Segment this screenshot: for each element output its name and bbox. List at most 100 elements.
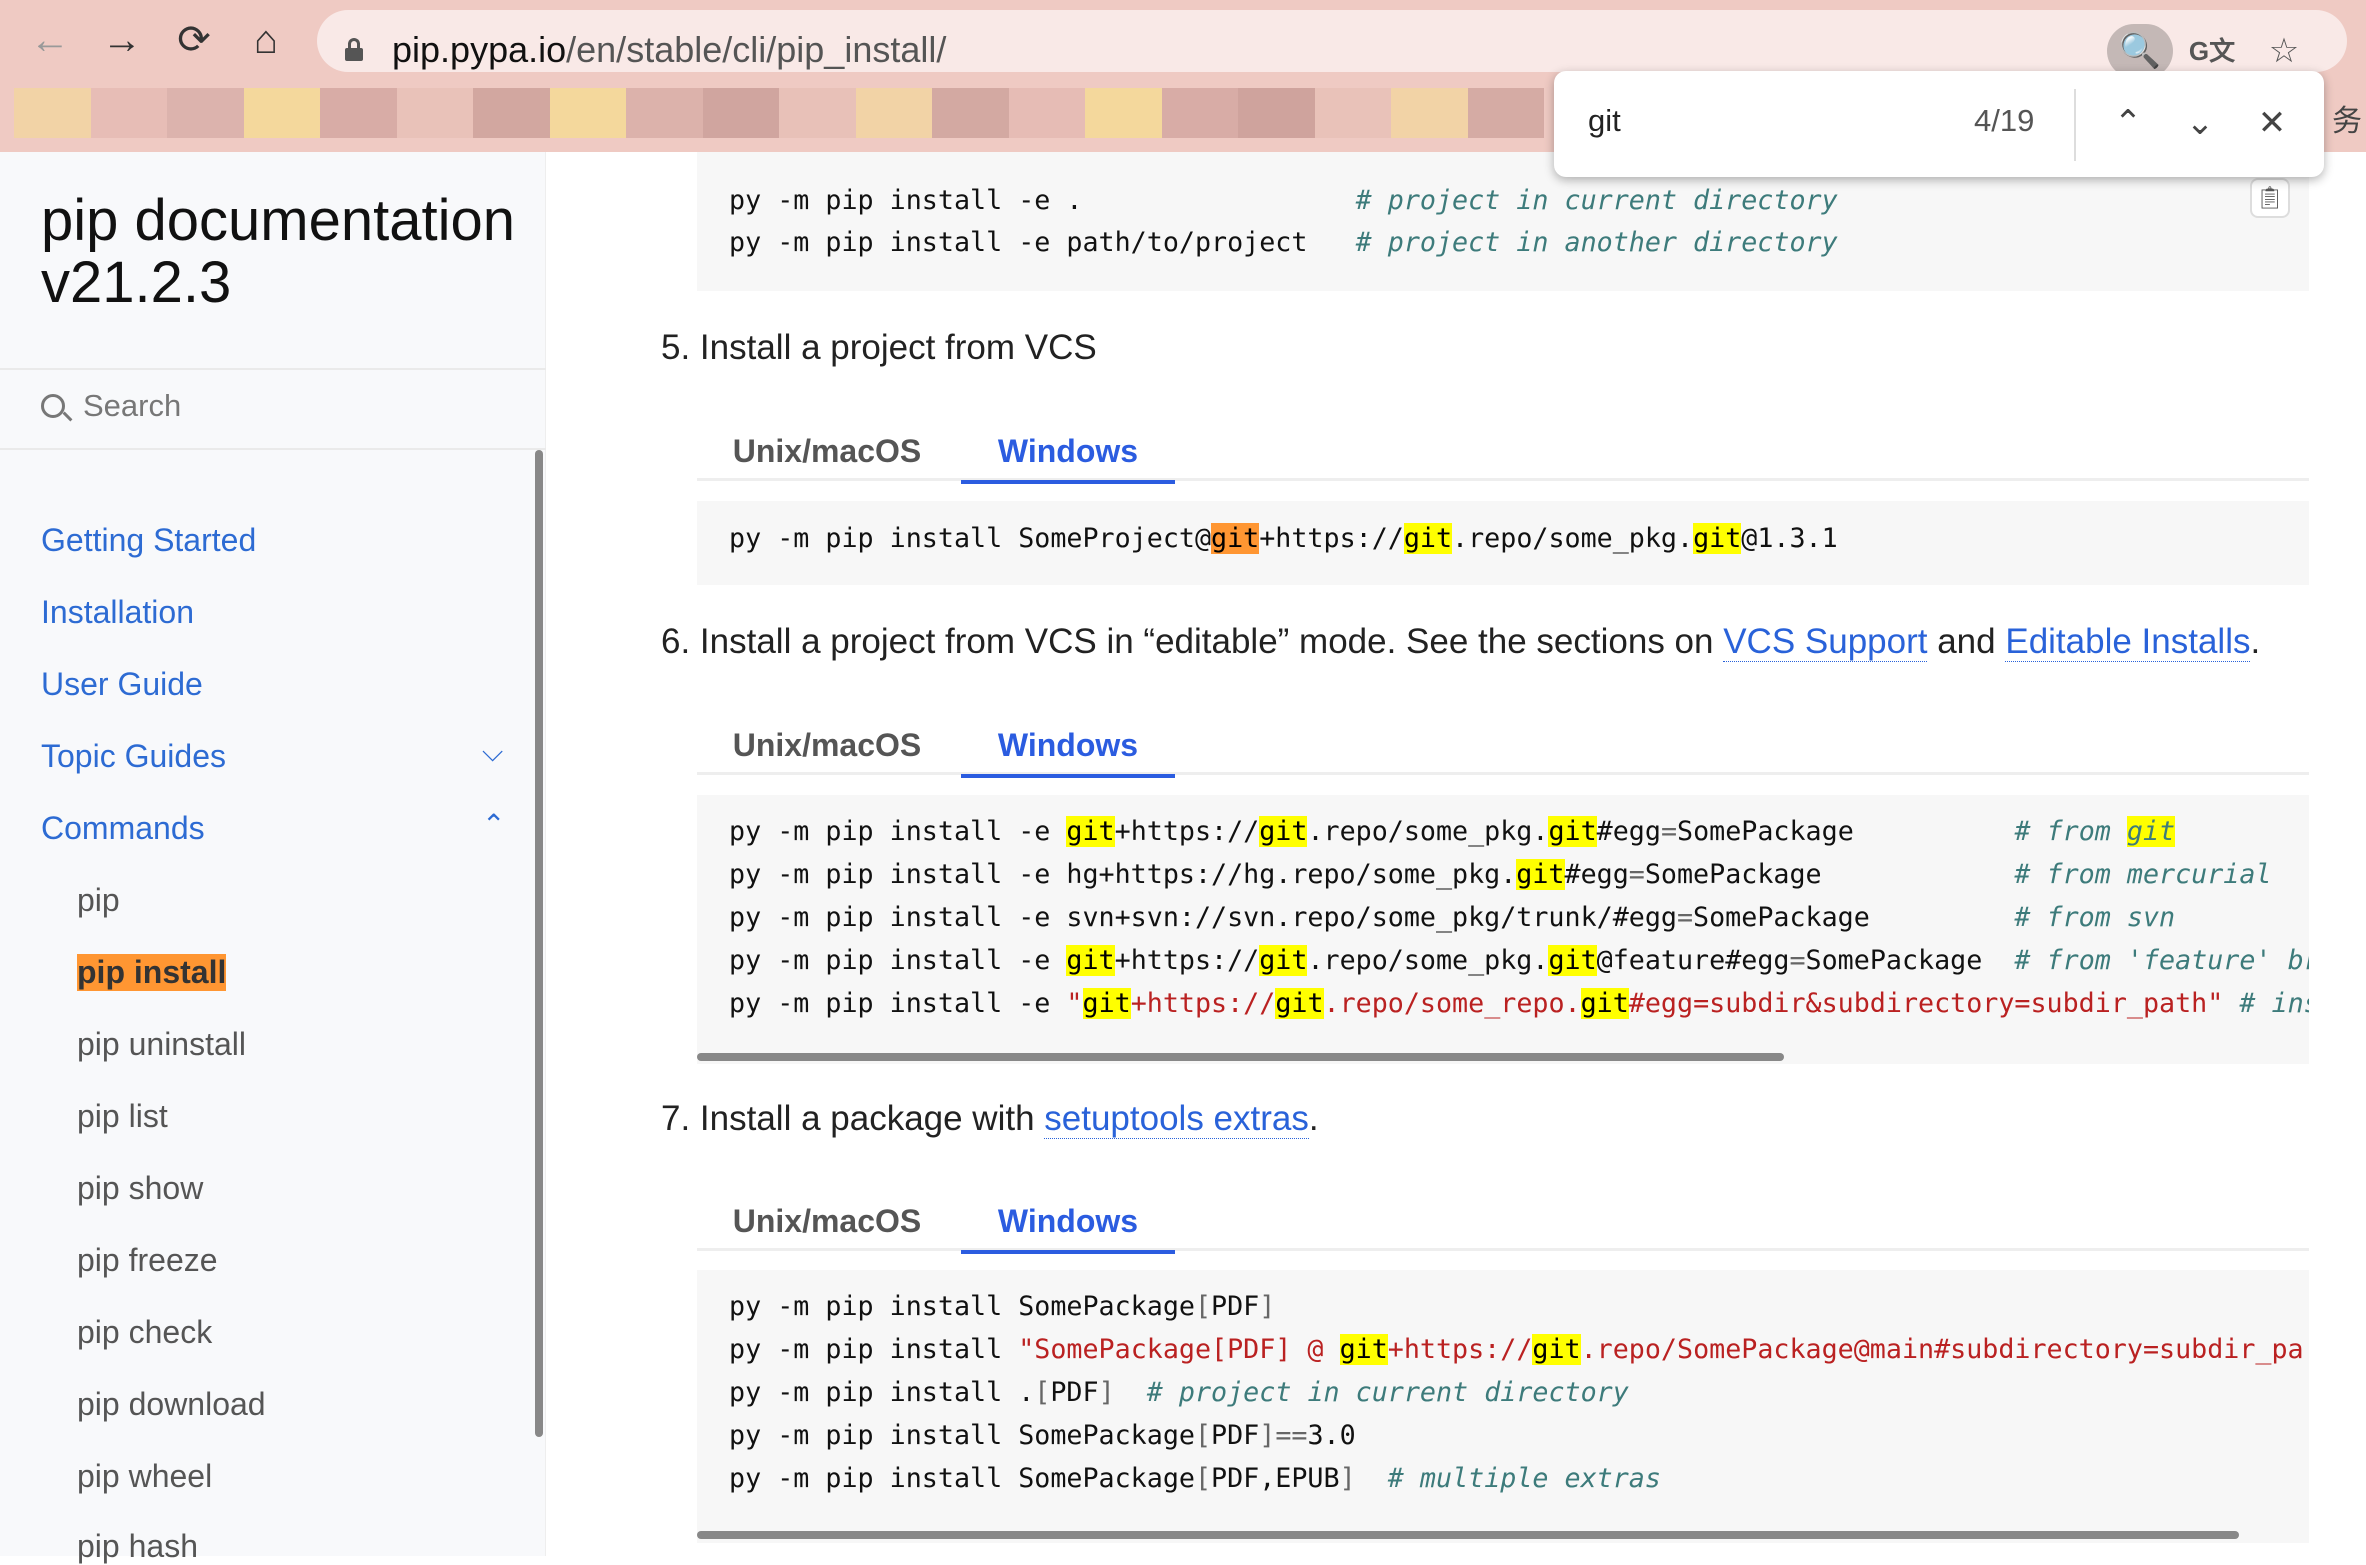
code-token: SomePackage [1677, 816, 2014, 847]
code-token: ] [1340, 1463, 1356, 1494]
translate-icon[interactable]: G文 [2179, 24, 2245, 78]
code-token [2223, 988, 2239, 1019]
tab-bar: Unix/macOS Windows [697, 727, 2309, 775]
find-next-button[interactable]: ⌄ [2172, 95, 2228, 151]
url-text[interactable]: pip.pypa.io/en/stable/cli/pip_install/ [392, 22, 946, 78]
horizontal-scrollbar[interactable] [697, 1531, 2239, 1539]
code-token: #egg=subdir&subdirectory=subdir_path" [1629, 988, 2224, 1019]
horizontal-scrollbar[interactable] [697, 1053, 1784, 1061]
find-previous-button[interactable]: ⌃ [2100, 95, 2156, 151]
code-token: py -m pip install SomePackage [729, 1420, 1195, 1451]
back-button[interactable]: ← [18, 18, 82, 62]
search-match-highlight: git [1516, 859, 1564, 890]
code-token: SomePackage [1645, 859, 2015, 890]
find-input[interactable]: git [1588, 103, 1621, 139]
code-token: [ [1195, 1291, 1211, 1322]
code-line: py -m pip install SomeProject@git+https:… [729, 523, 1838, 554]
nav-pip-show[interactable]: pip show [77, 1170, 203, 1207]
code-token: py -m pip install SomePackage [729, 1291, 1195, 1322]
nav-pip-list[interactable]: pip list [77, 1098, 168, 1135]
search-match-highlight: git [1340, 1334, 1388, 1365]
nav-pip-uninstall[interactable]: pip uninstall [77, 1026, 246, 1063]
chevron-down-icon[interactable]: ⌵ [482, 736, 503, 769]
code-line: py -m pip install -e git+https://git.rep… [729, 816, 2175, 847]
nav-installation[interactable]: Installation [41, 594, 194, 631]
code-token: PDF [1211, 1291, 1259, 1322]
setuptools-extras-link[interactable]: setuptools extras [1044, 1099, 1309, 1139]
code-token: # project in current directory [1356, 185, 1838, 216]
search-match-highlight: git [1275, 988, 1323, 1019]
find-match-count: 4/19 [1974, 103, 2034, 139]
code-token: = [1661, 816, 1677, 847]
tab-windows[interactable]: Windows [961, 727, 1175, 778]
find-icon[interactable]: 🔍 [2107, 24, 2173, 78]
code-token: 3.0 [1307, 1420, 1355, 1451]
code-token: SomePackage [1806, 945, 2015, 976]
home-button[interactable]: ⌂ [234, 18, 298, 62]
site-title[interactable]: pip documentation v21.2.3 [41, 190, 541, 314]
code-line: py -m pip install -e path/to/project # p… [729, 227, 1838, 258]
forward-button[interactable]: → [90, 18, 154, 62]
code-token: PDF [1211, 1420, 1259, 1451]
nav-topic-guides[interactable]: Topic Guides [41, 738, 226, 775]
search-match-highlight: git [1548, 816, 1596, 847]
nav-pip-hash[interactable]: pip hash [77, 1528, 198, 1565]
nav-pip-freeze[interactable]: pip freeze [77, 1242, 218, 1279]
find-bar: git 4/19 ⌃ ⌄ ✕ [1554, 71, 2324, 177]
tab-unix-macos[interactable]: Unix/macOS [709, 1203, 945, 1251]
code-token [1115, 1377, 1147, 1408]
editable-installs-link[interactable]: Editable Installs [2005, 622, 2250, 662]
search-match-highlight: git [1693, 523, 1741, 554]
code-token: = [1789, 945, 1805, 976]
code-token: py -m pip install -e hg+https://hg.repo/… [729, 859, 1516, 890]
code-token: # ins [2239, 988, 2309, 1019]
code-token: py -m pip install SomePackage [729, 1463, 1195, 1494]
code-token: py -m pip install -e svn+svn://svn.repo/… [729, 902, 1677, 933]
code-token: .repo/some_pkg. [1307, 816, 1548, 847]
code-token: #egg [1597, 816, 1661, 847]
search-input[interactable]: Search [83, 388, 181, 424]
nav-pip-check[interactable]: pip check [77, 1314, 212, 1351]
search-match-highlight: git [1532, 1334, 1580, 1365]
address-bar[interactable]: pip.pypa.io/en/stable/cli/pip_install/ 🔍… [317, 10, 2347, 72]
code-block: py -m pip install SomePackage[PDF]py -m … [697, 1270, 2309, 1543]
divider [0, 368, 546, 370]
nav-pip-wheel[interactable]: pip wheel [77, 1458, 212, 1495]
code-line: py -m pip install -e svn+svn://svn.repo/… [729, 902, 2175, 933]
code-token: .repo/some_repo. [1324, 988, 1581, 1019]
code-token [1356, 1463, 1388, 1494]
code-line: py -m pip install -e git+https://git.rep… [729, 945, 2309, 976]
tab-windows[interactable]: Windows [961, 1203, 1175, 1254]
code-line: py -m pip install SomePackage[PDF,EPUB] … [729, 1463, 1661, 1494]
chevron-up-icon[interactable]: ⌃ [482, 808, 505, 841]
vcs-support-link[interactable]: VCS Support [1723, 622, 1927, 662]
nav-commands[interactable]: Commands [41, 810, 205, 847]
nav-getting-started[interactable]: Getting Started [41, 522, 256, 559]
search-box[interactable]: Search [41, 388, 181, 424]
nav-pip[interactable]: pip [77, 882, 120, 919]
bookmark-star-icon[interactable]: ☆ [2251, 24, 2317, 78]
code-token: py -m pip install . [729, 1377, 1034, 1408]
code-token: +https:// [1115, 945, 1260, 976]
search-match-highlight: git [1259, 945, 1307, 976]
nav-user-guide[interactable]: User Guide [41, 666, 203, 703]
tab-bar: Unix/macOS Windows [697, 433, 2309, 481]
nav-pip-install[interactable]: pip install [77, 954, 226, 991]
copy-icon[interactable]: 📋︎ [2250, 178, 2290, 218]
code-token: .repo/SomePackage@main#subdirectory=subd… [1581, 1334, 2304, 1365]
reload-button[interactable]: ⟳ [162, 18, 226, 62]
tab-unix-macos[interactable]: Unix/macOS [709, 433, 945, 481]
nav-pip-download[interactable]: pip download [77, 1386, 266, 1423]
find-close-button[interactable]: ✕ [2244, 95, 2300, 151]
code-token: [ [1195, 1463, 1211, 1494]
code-token: # multiple extras [1388, 1463, 1661, 1494]
code-line: py -m pip install -e hg+https://hg.repo/… [729, 859, 2271, 890]
divider [2074, 89, 2076, 161]
tab-bar: Unix/macOS Windows [697, 1203, 2309, 1251]
code-token: "SomePackage[PDF] @ [1018, 1334, 1339, 1365]
code-block: py -m pip install -e git+https://git.rep… [697, 795, 2309, 1064]
tab-unix-macos[interactable]: Unix/macOS [709, 727, 945, 775]
code-token: .repo/some_pkg. [1307, 945, 1548, 976]
sidebar-scrollbar[interactable] [535, 450, 543, 1437]
tab-windows[interactable]: Windows [961, 433, 1175, 484]
